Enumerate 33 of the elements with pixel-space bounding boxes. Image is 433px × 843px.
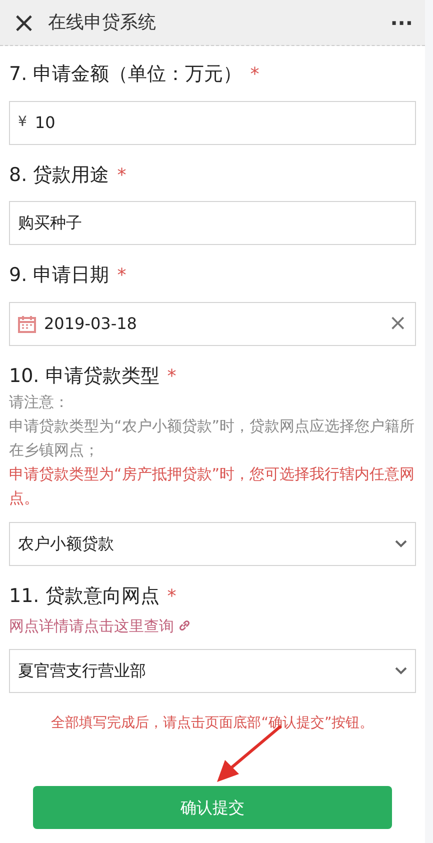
field-value: 10	[34, 112, 56, 134]
clear-button[interactable]: ×	[388, 312, 407, 334]
required-mark: *	[167, 364, 176, 388]
select-field[interactable]: 夏官营支行营业部	[9, 649, 416, 693]
question-label: 11. 贷款意向网点	[9, 584, 160, 609]
select-field[interactable]: 农户小额贷款	[9, 522, 416, 566]
link-icon	[178, 619, 191, 632]
question-label: 7. 申请金额（单位：万元）	[9, 62, 242, 87]
chevron-down-icon	[395, 540, 407, 548]
required-mark: *	[117, 164, 126, 188]
input-field[interactable]: 2019-03-18 ×	[9, 302, 416, 346]
required-mark: *	[117, 264, 126, 288]
question-label: 9. 申请日期	[9, 263, 110, 288]
input-field[interactable]: 购买种子	[9, 201, 416, 245]
branch-link[interactable]: 网点详情请点击这里查询	[9, 614, 416, 637]
note-text: 请注意：	[9, 392, 70, 413]
input-field[interactable]: ¥ 10	[9, 100, 416, 144]
currency-symbol: ¥	[18, 113, 27, 132]
select-value: 夏官营支行营业部	[18, 660, 146, 682]
field-value: 2019-03-18	[44, 312, 138, 334]
required-mark: *	[167, 585, 176, 609]
close-button[interactable]: ×	[12, 8, 36, 36]
required-mark: *	[250, 63, 260, 87]
page-title: 在线申贷系统	[48, 11, 157, 35]
note-text: 申请贷款类型为“农户小额贷款”时，贷款网点应选择您户籍所在乡镇网点；	[9, 416, 416, 461]
question-label: 10. 申请贷款类型	[9, 364, 160, 388]
chevron-down-icon	[395, 667, 407, 675]
more-button[interactable]: ···	[390, 8, 413, 38]
calendar-icon	[18, 314, 36, 332]
field-value: 购买种子	[18, 212, 83, 234]
note-text: 申请贷款类型为“房产抵押贷款”时，您可选择我行辖内任意网点。	[9, 464, 416, 509]
select-value: 农户小额贷款	[18, 533, 114, 555]
question-label: 8. 贷款用途	[9, 162, 110, 188]
